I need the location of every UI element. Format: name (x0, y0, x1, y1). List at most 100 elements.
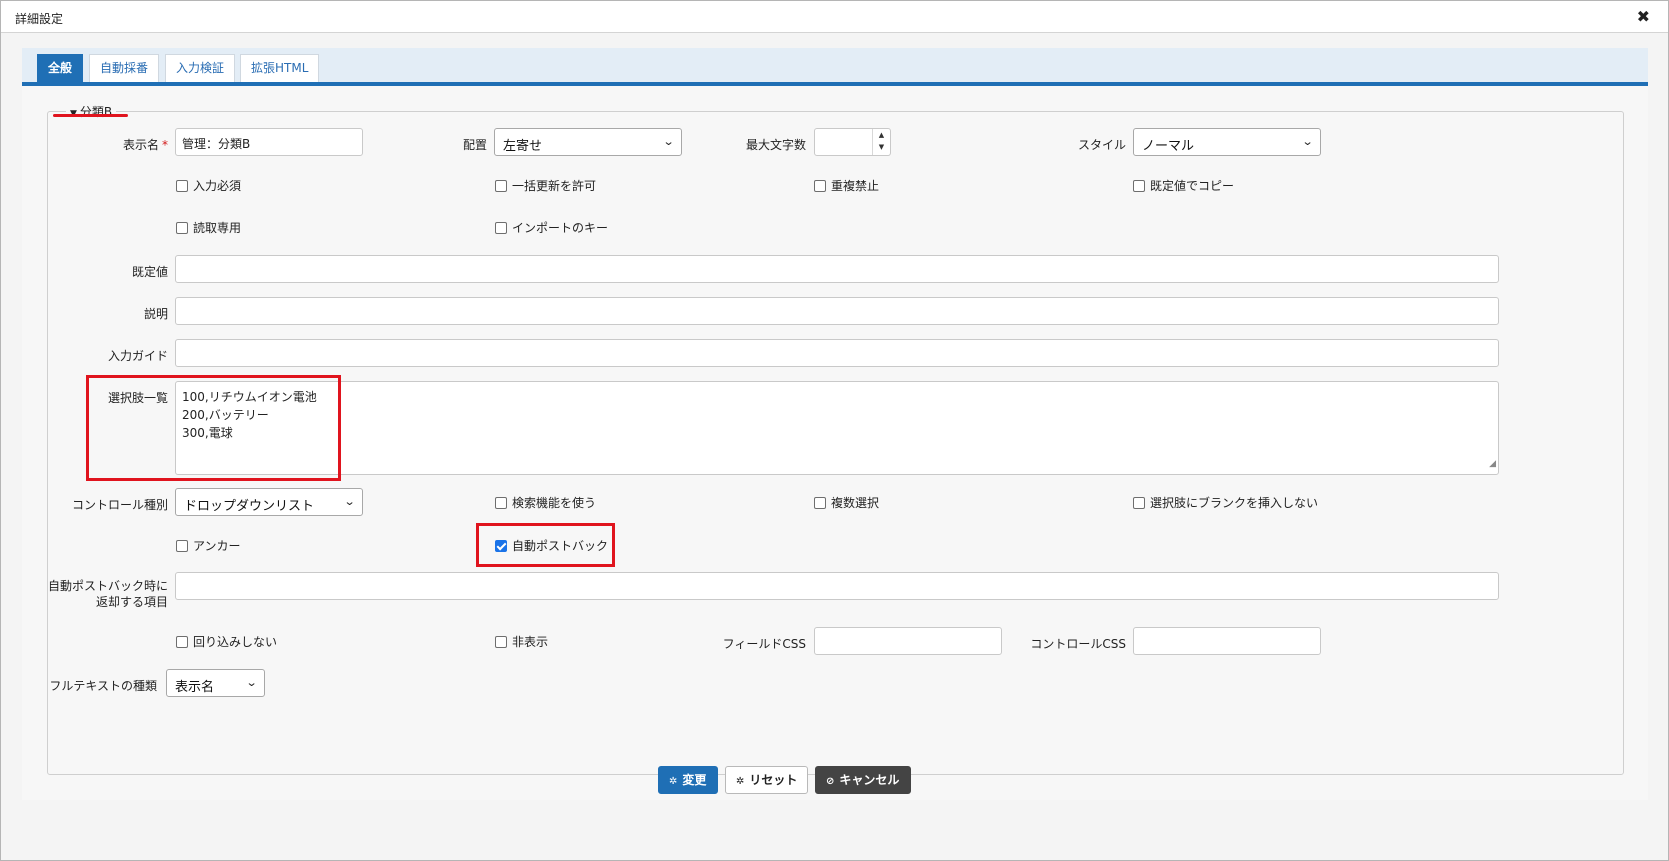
no-wrap-checkbox[interactable]: 回り込みしない (176, 633, 277, 650)
chevron-down-icon: ⌄ (343, 495, 356, 508)
checkbox-box[interactable] (495, 635, 507, 648)
tab-auto-numbering[interactable]: 自動採番 (89, 54, 160, 82)
multi-select-checkbox[interactable]: 複数選択 (814, 494, 879, 511)
no-duplicate-checkbox[interactable]: 重複禁止 (814, 177, 879, 194)
change-button[interactable]: ✲ 変更 (658, 766, 718, 794)
multi-select-label: 複数選択 (831, 496, 880, 510)
auto-postback-checkbox[interactable]: 自動ポストバック (495, 537, 608, 554)
anchor-checkbox[interactable]: アンカー (176, 537, 241, 554)
gear-icon: ✲ (669, 776, 678, 787)
postback-return-input[interactable] (175, 572, 1499, 600)
display-name-input[interactable]: 管理：分類B (175, 128, 363, 156)
hidden-checkbox[interactable]: 非表示 (495, 633, 548, 650)
field-css-input[interactable] (814, 627, 1002, 655)
copy-default-label: 既定値でコピー (1150, 179, 1235, 193)
checkbox-box[interactable] (814, 179, 826, 192)
import-key-label: インポートのキー (512, 221, 609, 235)
max-length-spinner[interactable]: ▲ ▼ (814, 128, 891, 156)
checkbox-box-checked[interactable] (495, 539, 507, 552)
checkbox-box[interactable] (814, 496, 826, 509)
gear-icon: ✲ (736, 776, 745, 787)
style-select[interactable]: ノーマル ⌄ (1133, 128, 1321, 156)
tab-bar: 全般 自動採番 入力検証 拡張HTML (22, 48, 1648, 86)
control-type-label: コントロール種別 (71, 498, 168, 512)
bulk-update-checkbox[interactable]: 一括更新を許可 (495, 177, 596, 194)
fulltext-type-label: フルテキストの種類 (49, 679, 157, 693)
use-search-checkbox[interactable]: 検索機能を使う (495, 494, 596, 511)
required-label: 入力必須 (193, 179, 242, 193)
control-type-select[interactable]: ドロップダウンリスト ⌄ (175, 488, 363, 516)
style-value: ノーマル (1142, 139, 1195, 154)
alignment-value: 左寄せ (503, 139, 543, 154)
close-icon[interactable]: ✖ (1637, 7, 1650, 26)
required-checkbox[interactable]: 入力必須 (176, 177, 241, 194)
settings-dialog: 詳細設定 ✖ 全般 自動採番 入力検証 拡張HTML ▼分類B 表示名* 管理：… (0, 0, 1669, 861)
checkbox-box[interactable] (176, 539, 188, 552)
alignment-select[interactable]: 左寄せ ⌄ (494, 128, 682, 156)
read-only-checkbox[interactable]: 読取専用 (176, 219, 241, 236)
import-key-checkbox[interactable]: インポートのキー (495, 219, 608, 236)
chevron-down-icon: ⌄ (662, 135, 675, 148)
reset-button-label: リセット (749, 773, 798, 787)
hidden-label: 非表示 (512, 635, 549, 649)
cancel-button[interactable]: ⊘ キャンセル (815, 766, 911, 794)
choices-label: 選択肢一覧 (107, 391, 168, 405)
max-length-label: 最大文字数 (745, 138, 806, 152)
tab-input-validation[interactable]: 入力検証 (165, 54, 236, 82)
default-value-input[interactable] (175, 255, 1499, 283)
tab-general[interactable]: 全般 (37, 54, 84, 82)
spinner-arrows-icon[interactable]: ▲ ▼ (872, 129, 890, 155)
choice-line: 200,バッテリー (182, 408, 269, 422)
dialog-title: 詳細設定 (15, 12, 64, 26)
postback-return-label: 自動ポストバック時に 返却する項目 (47, 579, 168, 609)
no-blank-label: 選択肢にブランクを挿入しない (1150, 496, 1319, 510)
description-input[interactable] (175, 297, 1499, 325)
choice-line: 300,電球 (182, 426, 233, 440)
cancel-button-label: キャンセル (839, 773, 900, 787)
checkbox-box[interactable] (1133, 496, 1145, 509)
checkbox-box[interactable] (495, 179, 507, 192)
change-button-label: 変更 (682, 773, 707, 787)
auto-postback-label: 自動ポストバック (512, 539, 609, 553)
no-duplicate-label: 重複禁止 (831, 179, 880, 193)
description-label: 説明 (143, 307, 168, 321)
default-value-label: 既定値 (131, 265, 168, 279)
fulltext-type-select[interactable]: 表示名 ⌄ (166, 669, 265, 697)
input-guide-input[interactable] (175, 339, 1499, 367)
fulltext-type-value: 表示名 (175, 680, 215, 695)
checkbox-box[interactable] (1133, 179, 1145, 192)
section-legend[interactable]: ▼分類B (66, 103, 117, 120)
input-guide-label: 入力ガイド (107, 349, 168, 363)
checkbox-box[interactable] (176, 179, 188, 192)
dialog-titlebar: 詳細設定 ✖ (1, 1, 1668, 33)
copy-default-checkbox[interactable]: 既定値でコピー (1133, 177, 1234, 194)
dialog-content: 全般 自動採番 入力検証 拡張HTML ▼分類B 表示名* 管理：分類B 配置 … (22, 48, 1648, 800)
checkbox-box[interactable] (176, 635, 188, 648)
control-css-label: コントロールCSS (1030, 637, 1126, 651)
bulk-update-label: 一括更新を許可 (512, 179, 597, 193)
choice-line: 100,リチウムイオン電池 (182, 390, 317, 404)
reset-button[interactable]: ✲ リセット (725, 766, 808, 794)
style-label: スタイル (1077, 138, 1126, 152)
chevron-down-icon: ⌄ (245, 676, 258, 689)
chevron-down-icon: ⌄ (1301, 135, 1314, 148)
required-mark: * (162, 138, 168, 152)
anchor-label: アンカー (193, 539, 241, 553)
cancel-icon: ⊘ (826, 776, 835, 787)
no-wrap-label: 回り込みしない (193, 635, 278, 649)
field-css-label: フィールドCSS (722, 637, 806, 651)
read-only-label: 読取専用 (193, 221, 242, 235)
control-type-value: ドロップダウンリスト (184, 499, 315, 514)
choices-textarea[interactable]: 100,リチウムイオン電池 200,バッテリー 300,電球 ◢ (175, 381, 1499, 475)
no-blank-checkbox[interactable]: 選択肢にブランクを挿入しない (1133, 494, 1318, 511)
checkbox-box[interactable] (495, 221, 507, 234)
checkbox-box[interactable] (176, 221, 188, 234)
checkbox-box[interactable] (495, 496, 507, 509)
control-css-input[interactable] (1133, 627, 1321, 655)
use-search-label: 検索機能を使う (512, 496, 597, 510)
alignment-label: 配置 (462, 138, 487, 152)
display-name-label: 表示名 * (122, 138, 168, 152)
legend-underline-highlight (53, 114, 128, 117)
resize-grip-icon[interactable]: ◢ (1489, 455, 1496, 473)
tab-extended-html[interactable]: 拡張HTML (240, 54, 320, 82)
